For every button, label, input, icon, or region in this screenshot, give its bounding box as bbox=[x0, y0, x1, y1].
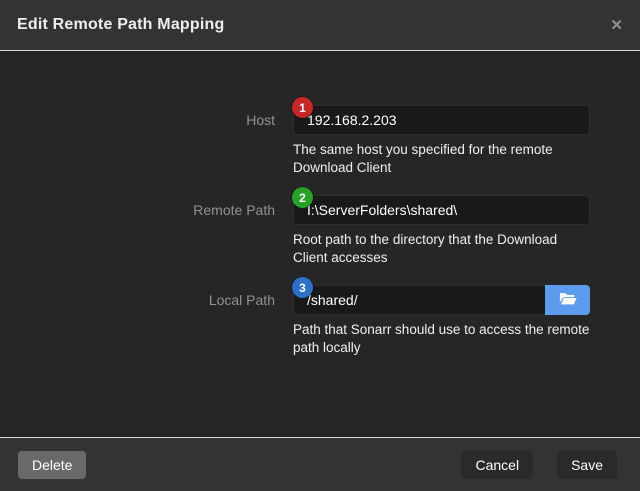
host-input[interactable] bbox=[293, 105, 590, 135]
local-path-control: 3 Path that Sonarr should use to access … bbox=[293, 285, 590, 357]
browse-path-button[interactable] bbox=[545, 285, 590, 315]
form-row-local-path: Local Path 3 Path that Sonarr should bbox=[0, 285, 640, 357]
folder-open-icon bbox=[559, 291, 577, 309]
local-path-input-group bbox=[293, 285, 590, 315]
modal-title: Edit Remote Path Mapping bbox=[17, 16, 224, 34]
local-path-label: Local Path bbox=[0, 285, 275, 357]
save-button[interactable]: Save bbox=[557, 451, 617, 479]
modal-header: Edit Remote Path Mapping ✕ bbox=[0, 0, 640, 51]
close-icon[interactable]: ✕ bbox=[610, 18, 623, 33]
host-label: Host bbox=[0, 105, 275, 177]
modal-footer: Delete Cancel Save bbox=[0, 437, 640, 491]
callout-badge-1: 1 bbox=[292, 97, 313, 118]
remote-path-input[interactable] bbox=[293, 195, 590, 225]
callout-badge-2: 2 bbox=[292, 187, 313, 208]
remote-path-help-text: Root path to the directory that the Down… bbox=[293, 231, 590, 267]
remote-path-label: Remote Path bbox=[0, 195, 275, 267]
form-row-remote-path: Remote Path 2 Root path to the directory… bbox=[0, 195, 640, 267]
local-path-help-text: Path that Sonarr should use to access th… bbox=[293, 321, 590, 357]
modal-body: Host 1 The same host you specified for t… bbox=[0, 51, 640, 437]
remote-path-control: 2 Root path to the directory that the Do… bbox=[293, 195, 590, 267]
footer-actions: Cancel Save bbox=[461, 451, 617, 479]
edit-remote-path-mapping-modal: Edit Remote Path Mapping ✕ Host 1 The sa… bbox=[0, 0, 640, 491]
host-control: 1 The same host you specified for the re… bbox=[293, 105, 590, 177]
host-help-text: The same host you specified for the remo… bbox=[293, 141, 590, 177]
delete-button[interactable]: Delete bbox=[18, 451, 86, 479]
callout-badge-3: 3 bbox=[292, 277, 313, 298]
local-path-input[interactable] bbox=[293, 285, 545, 315]
form-row-host: Host 1 The same host you specified for t… bbox=[0, 105, 640, 177]
cancel-button[interactable]: Cancel bbox=[461, 451, 533, 479]
